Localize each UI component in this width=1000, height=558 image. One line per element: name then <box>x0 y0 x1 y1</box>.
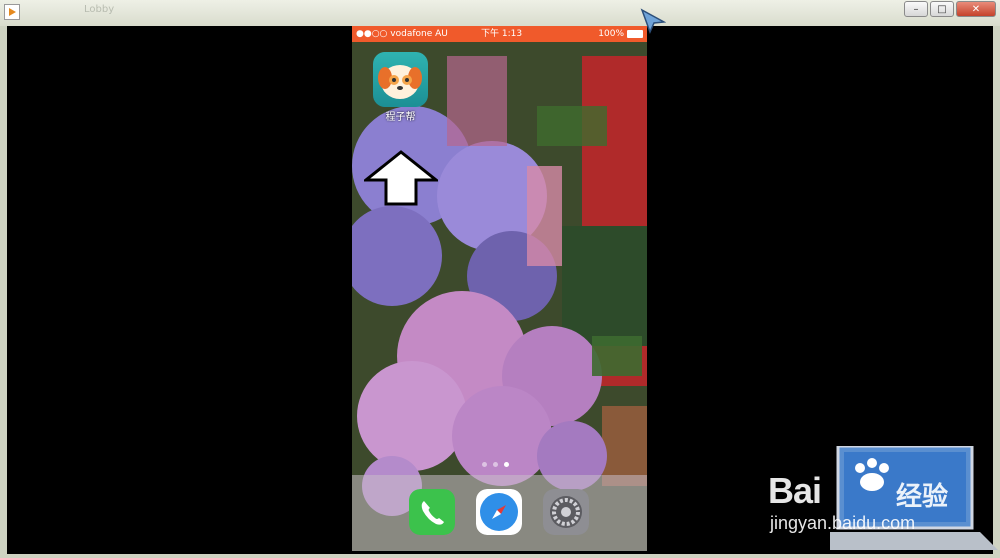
jingyan-label: 经验 <box>896 482 949 512</box>
page-dot[interactable] <box>493 462 498 467</box>
minimize-button[interactable]: – <box>904 1 928 17</box>
page-dot[interactable] <box>482 462 487 467</box>
baidu-brand: Bai <box>768 470 822 511</box>
safari-icon[interactable] <box>476 489 522 535</box>
up-arrow-icon <box>364 150 438 206</box>
page-dot-active[interactable] <box>504 462 509 467</box>
battery-icon <box>627 30 643 38</box>
carrier-label: ●●○○ vodafone AU <box>356 29 448 39</box>
window-title: Lobby <box>84 4 115 15</box>
phone-icon[interactable] <box>409 489 455 535</box>
phone-screen[interactable]: ●●○○ vodafone AU 下午 1:13 100% 程子帮 <box>352 26 647 551</box>
battery-percent: 100% <box>598 29 624 39</box>
dog-face-app-icon[interactable] <box>373 52 428 107</box>
close-button[interactable]: ✕ <box>956 1 996 17</box>
time-label: 下午 1:13 <box>481 29 523 39</box>
status-bar: ●●○○ vodafone AU 下午 1:13 100% <box>352 26 647 42</box>
page-indicator[interactable] <box>482 462 509 467</box>
app-label: 程子帮 <box>385 112 416 123</box>
window-frame-left <box>0 26 7 558</box>
baidu-jingyan-watermark: Bai 经验 jingyan.baidu.com <box>768 440 998 556</box>
maximize-button[interactable]: □ <box>930 1 954 17</box>
window-titlebar[interactable]: Lobby – □ ✕ <box>0 0 1000 26</box>
dock <box>352 475 647 551</box>
settings-icon[interactable] <box>543 489 589 535</box>
jingyan-url: jingyan.baidu.com <box>770 513 916 533</box>
player-app-icon[interactable] <box>4 4 20 20</box>
